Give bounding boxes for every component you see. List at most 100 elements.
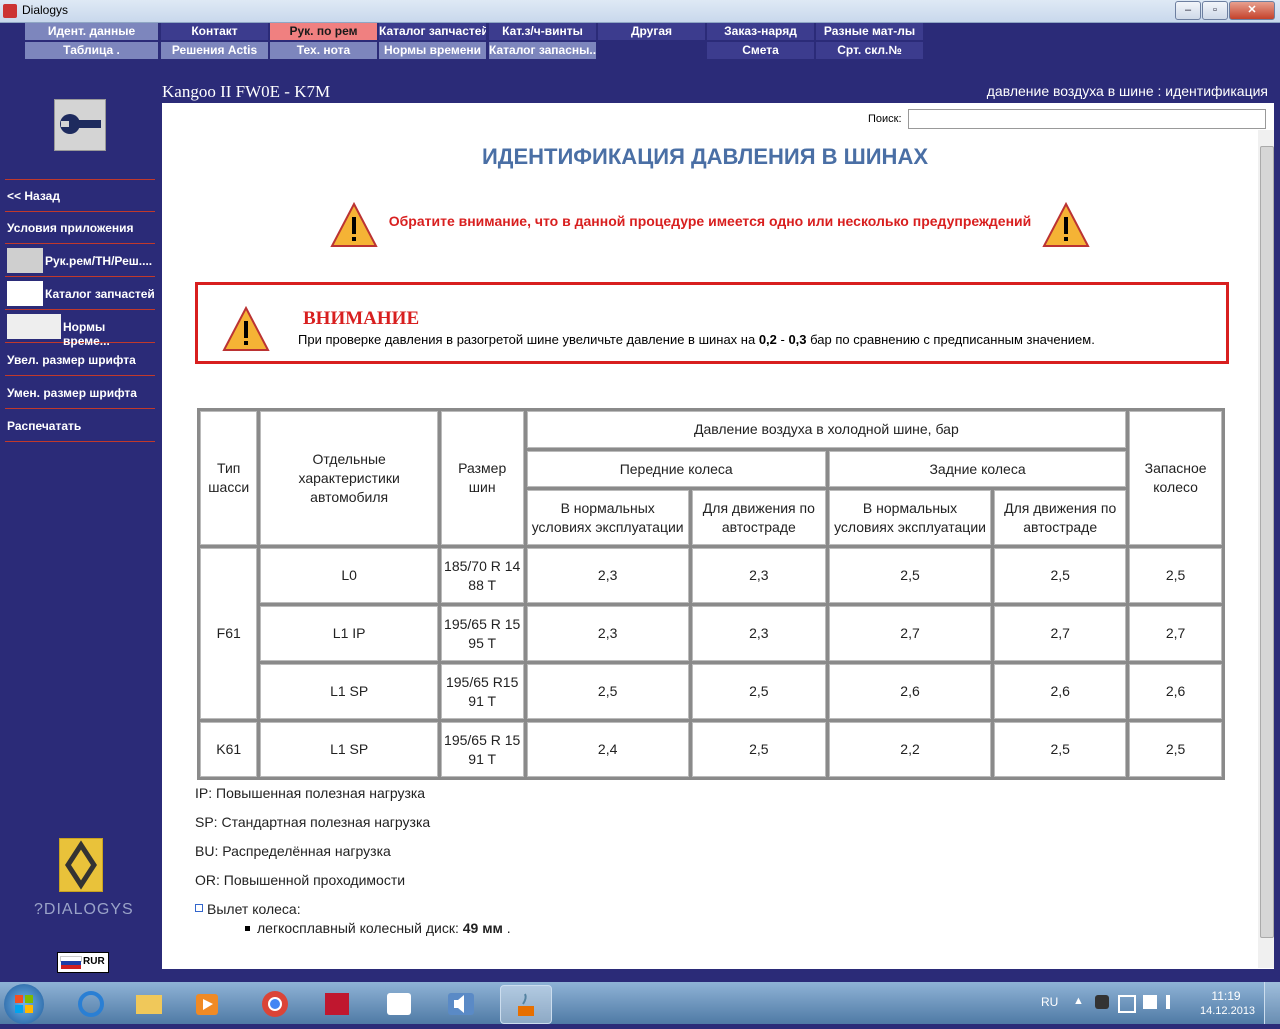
tray-expand-icon[interactable]: ▲ xyxy=(1073,995,1084,1007)
menu-work-order[interactable]: Заказ-наряд xyxy=(707,23,814,40)
cell-rear-normal: 2,7 xyxy=(828,606,992,661)
menu-parts-catalog[interactable]: Каталог запчастей xyxy=(379,23,486,40)
volume-icon[interactable] xyxy=(1166,995,1184,1009)
wheel-offset-item-end: . xyxy=(502,920,511,936)
note-ip: IP: Повышенная полезная нагрузка xyxy=(195,785,426,801)
bullet-icon xyxy=(195,904,203,912)
search-input[interactable] xyxy=(908,109,1266,129)
show-desktop-button[interactable] xyxy=(1264,982,1280,1024)
sidebar-repair-manual-label: Рук.рем/ТН/Реш.... xyxy=(45,254,153,268)
scrollbar-thumb[interactable] xyxy=(1260,146,1274,938)
cell-front-highway: 2,5 xyxy=(691,664,826,719)
cell-front-highway: 2,5 xyxy=(691,722,826,777)
cell-rear-normal: 2,5 xyxy=(828,548,992,603)
bullet-icon xyxy=(245,926,250,931)
table-row: K61 L1 SP 195/65 R 15 91 T 2,4 2,5 2,2 2… xyxy=(200,722,1222,777)
sidebar-print-label: Распечатать xyxy=(7,419,82,433)
menu-other[interactable]: Другая xyxy=(598,23,705,40)
menu-spare-parts-catalog[interactable]: Каталог запасны... xyxy=(489,42,596,59)
menu-labour-times[interactable]: Нормы времени xyxy=(379,42,486,59)
sidebar-font-increase-label: Увел. размер шрифта xyxy=(7,353,136,367)
warning-value-min: 0,2 xyxy=(758,332,777,347)
sidebar-back-label: << Назад xyxy=(7,189,60,203)
cell-size: 195/65 R 15 91 T xyxy=(440,722,524,777)
menu-misc-materials[interactable]: Разные мат-лы xyxy=(816,23,923,40)
flag-tray-icon[interactable] xyxy=(1143,995,1157,1009)
dialogys-logo-text: DIALOGYS xyxy=(43,901,134,918)
warning-title: ВНИМАНИЕ xyxy=(303,308,420,329)
gauge-icon xyxy=(7,314,61,339)
header-front-highway: Для движения по автостраде xyxy=(691,490,826,545)
cell-feature: L1 IP xyxy=(260,606,438,661)
flag-stripe-red xyxy=(61,965,81,969)
sidebar-conditions[interactable]: Условия приложения xyxy=(5,212,155,244)
yandex-taskbar-button[interactable] xyxy=(374,985,424,1022)
currency-flag[interactable]: RUR xyxy=(57,952,109,973)
menu-warehouse[interactable]: Срт. скл.№ xyxy=(816,42,923,59)
warning-value-max: 0,3 xyxy=(788,332,807,347)
page-subtitle: давление воздуха в шине : идентификация xyxy=(986,83,1268,99)
menu-estimate[interactable]: Смета xyxy=(707,42,814,59)
clock-time: 11:19 xyxy=(1211,989,1241,1003)
sidebar-labour-times[interactable]: Нормы време... xyxy=(5,311,155,348)
menu-ident-data[interactable]: Идент. данные xyxy=(25,23,158,40)
table-row: L1 IP 195/65 R 15 95 T 2,3 2,3 2,7 2,7 2… xyxy=(200,606,1222,661)
menu-tech-note[interactable]: Тех. нота xyxy=(270,42,377,59)
yandex-icon xyxy=(387,993,411,1015)
sidebar-font-increase[interactable]: Увел. размер шрифта xyxy=(5,344,155,376)
kaspersky-taskbar-button[interactable] xyxy=(312,985,362,1022)
menu-repair-manual[interactable]: Рук. по рем xyxy=(270,23,377,40)
cell-feature: L1 SP xyxy=(260,664,438,719)
sidebar-back[interactable]: << Назад xyxy=(5,179,155,212)
network-icon[interactable] xyxy=(1118,995,1136,1013)
cell-rear-highway: 2,7 xyxy=(994,606,1127,661)
sidebar-parts-catalog[interactable]: Каталог запчастей xyxy=(5,278,155,310)
folder-icon xyxy=(136,995,162,1014)
menu-contact[interactable]: Контакт xyxy=(161,23,268,40)
menu-actis-solutions[interactable]: Решения Actis xyxy=(161,42,268,59)
header-rear-normal: В нормальных условиях эксплуатации xyxy=(828,490,992,545)
cell-chassis: F61 xyxy=(200,548,258,719)
java-taskbar-button[interactable] xyxy=(500,985,552,1024)
cell-front-normal: 2,3 xyxy=(526,548,689,603)
sidebar-parts-catalog-label: Каталог запчастей xyxy=(45,287,155,301)
tyre-pressure-table: Тип шасси Отдельные характеристики автом… xyxy=(197,408,1225,780)
kaspersky-icon xyxy=(325,993,349,1015)
start-button[interactable] xyxy=(4,984,44,1024)
clock[interactable]: 11:19 14.12.2013 xyxy=(1200,989,1256,1017)
clock-date: 14.12.2013 xyxy=(1200,1005,1256,1017)
wheel-offset-item-text: легкосплавный колесный диск: xyxy=(257,920,463,936)
sidebar-conditions-label: Условия приложения xyxy=(7,221,134,235)
wheel-offset-label: Вылет колеса: xyxy=(195,901,301,917)
note-bu: BU: Распределённая нагрузка xyxy=(195,843,391,859)
cell-front-normal: 2,3 xyxy=(526,606,689,661)
ie-taskbar-button[interactable] xyxy=(66,985,116,1022)
sidebar-font-decrease-label: Умен. размер шрифта xyxy=(7,386,137,400)
cell-front-highway: 2,3 xyxy=(691,606,826,661)
menu-parts-screws[interactable]: Кат.з/ч-винты xyxy=(489,23,596,40)
sidebar-font-decrease[interactable]: Умен. размер шрифта xyxy=(5,377,155,409)
sidebar-print[interactable]: Распечатать xyxy=(5,410,155,442)
media-taskbar-button[interactable] xyxy=(182,985,232,1022)
sound-taskbar-button[interactable] xyxy=(436,985,486,1022)
header-tyre-size: Размер шин xyxy=(440,411,524,545)
explorer-taskbar-button[interactable] xyxy=(124,985,174,1022)
language-indicator[interactable]: RU xyxy=(1041,995,1058,1009)
minimize-button[interactable]: – xyxy=(1175,1,1201,20)
cell-spare: 2,7 xyxy=(1129,606,1222,661)
vertical-scrollbar[interactable] xyxy=(1258,130,1274,968)
windows-icon xyxy=(15,995,33,1013)
close-button[interactable]: ✕ xyxy=(1229,1,1275,20)
maximize-button[interactable]: ▫ xyxy=(1202,1,1228,20)
window-titlebar: Dialogys – ▫ ✕ xyxy=(0,0,1280,23)
cell-rear-highway: 2,5 xyxy=(994,548,1127,603)
chrome-taskbar-button[interactable] xyxy=(250,985,300,1022)
sidebar-repair-manual[interactable]: Рук.рем/ТН/Реш.... xyxy=(5,245,155,277)
window-title: Dialogys xyxy=(22,3,69,17)
header-front-normal: В нормальных условиях эксплуатации xyxy=(526,490,689,545)
cell-chassis: K61 xyxy=(200,722,258,777)
menu-table[interactable]: Таблица . xyxy=(25,42,158,59)
cell-rear-normal: 2,6 xyxy=(828,664,992,719)
steam-icon[interactable] xyxy=(1095,995,1109,1009)
header-front: Передние колеса xyxy=(526,451,826,487)
